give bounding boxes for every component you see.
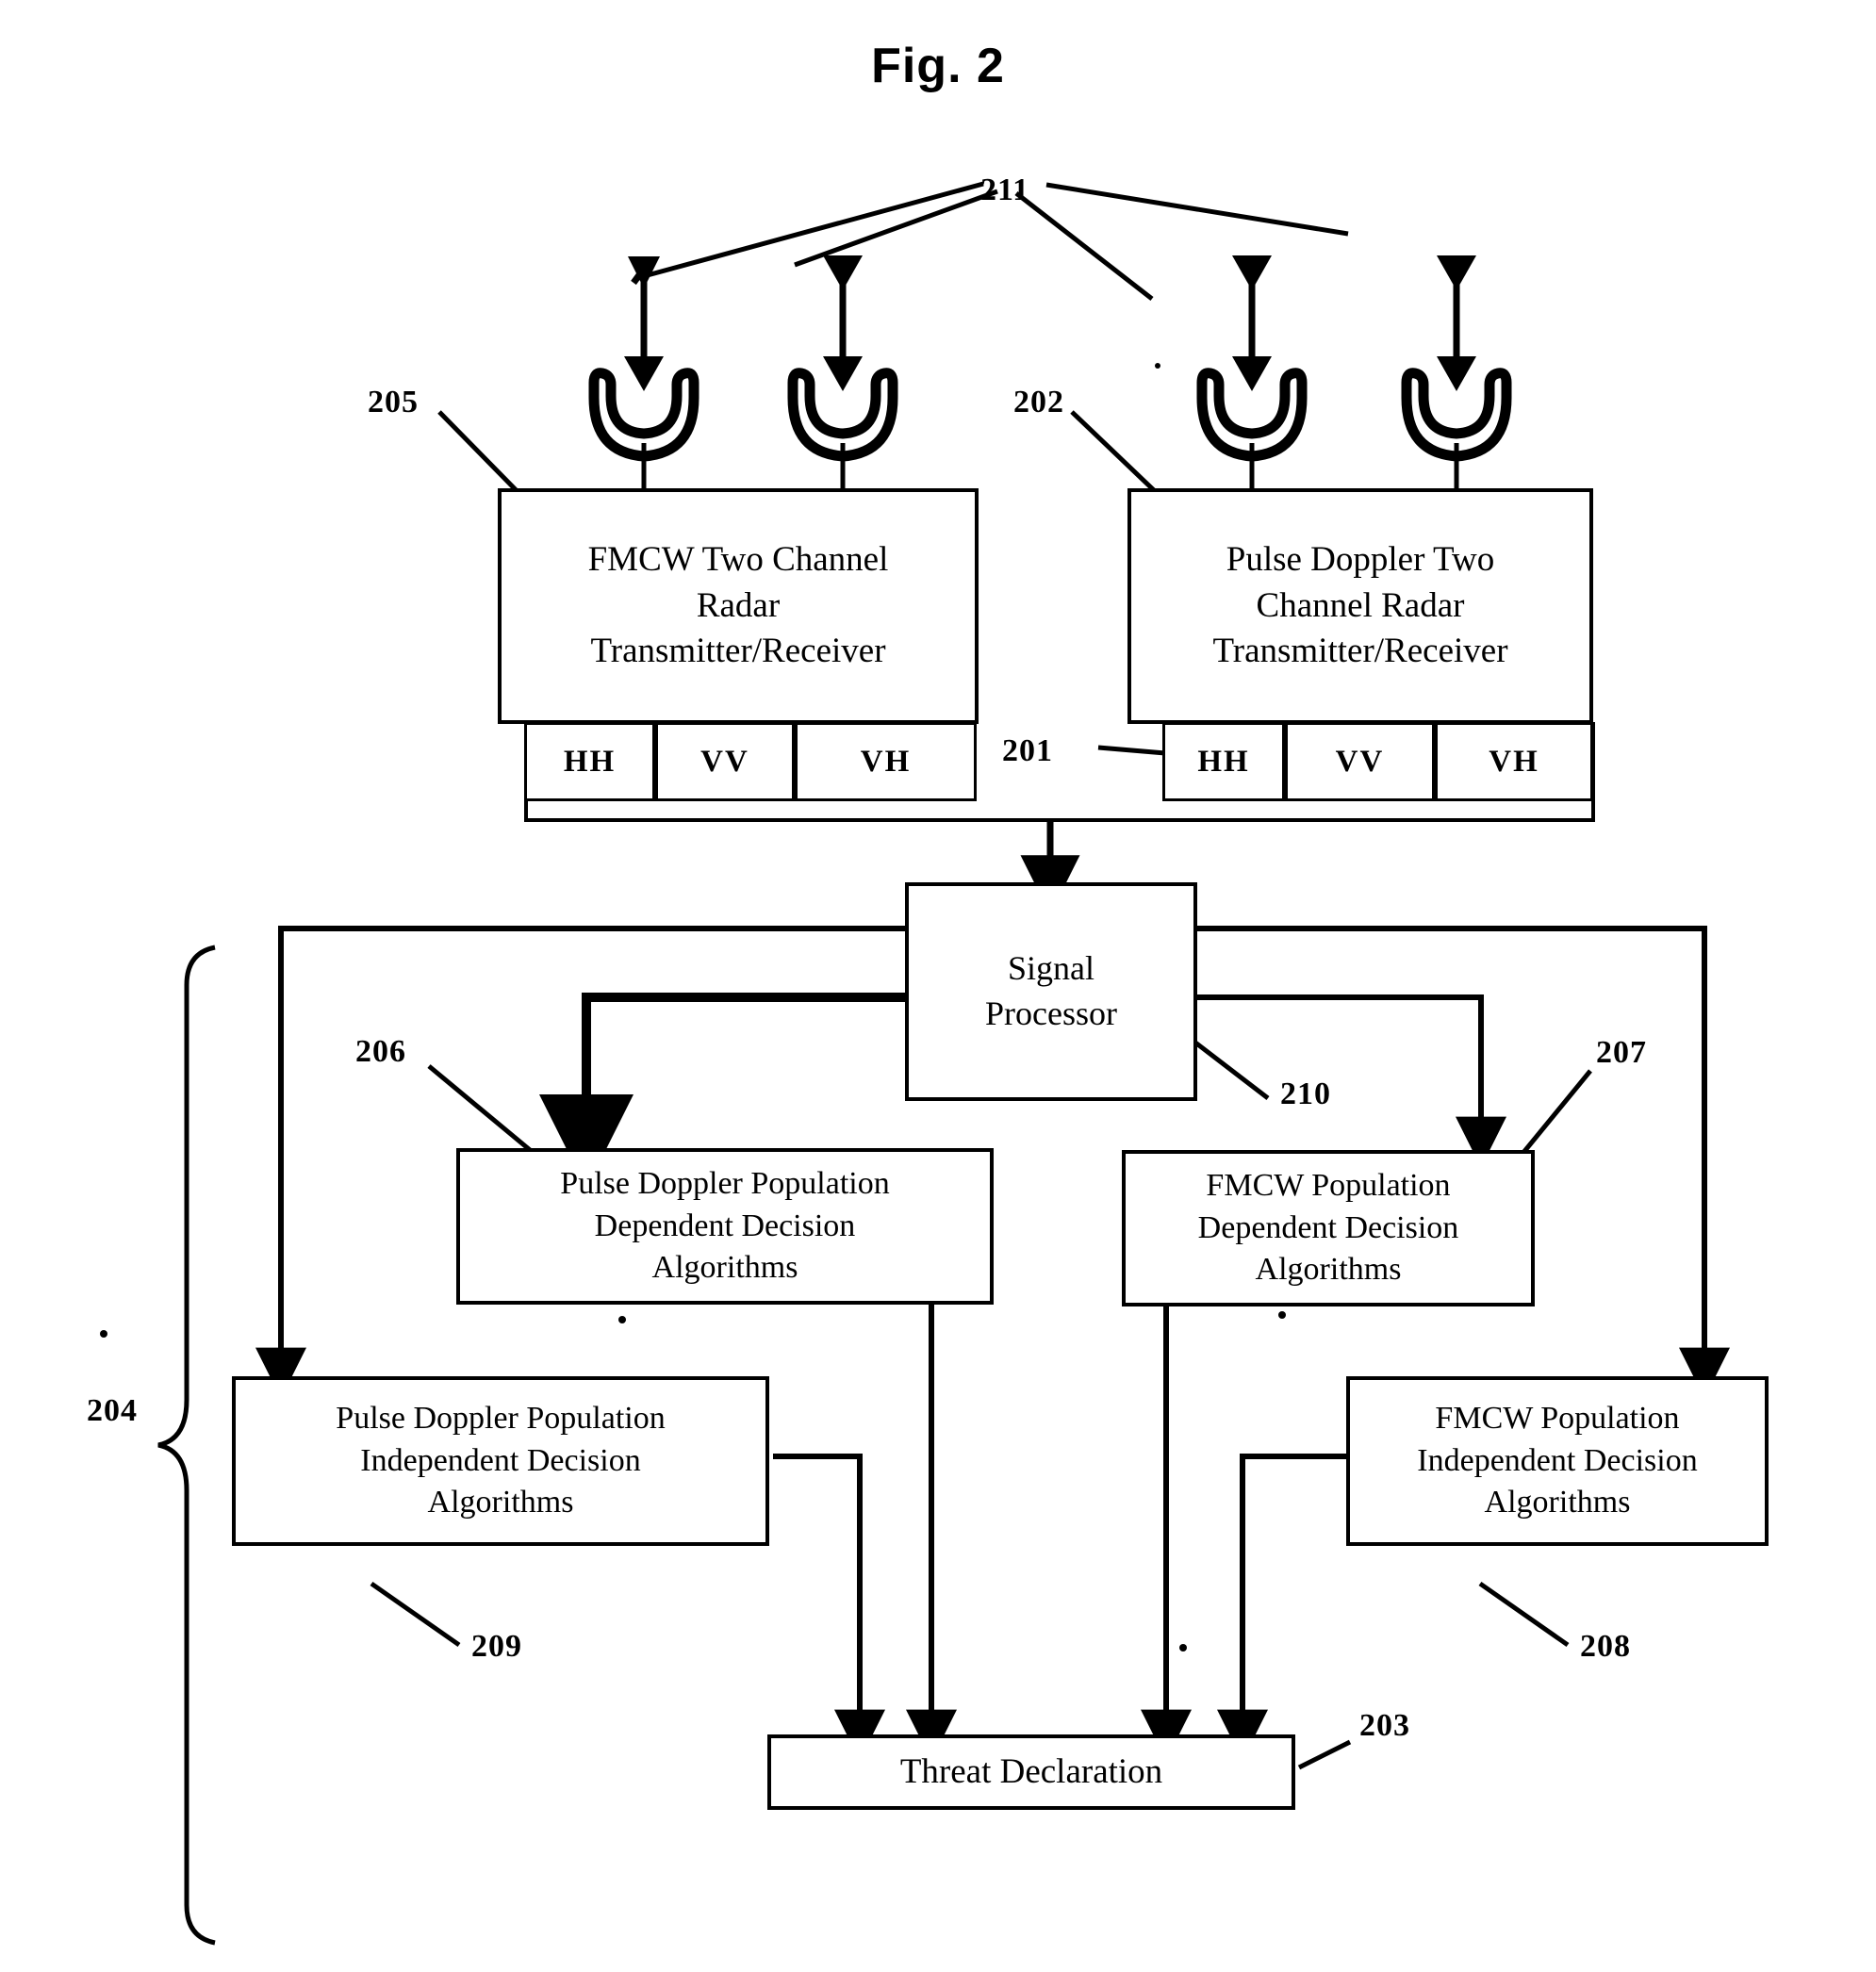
signal-processor-line-1: Signal [1007, 949, 1094, 988]
ref-numeral-201: 201 [1002, 733, 1053, 768]
fmcw-radar-line-1: FMCW Two Channel [587, 539, 889, 579]
ref-numeral-203: 203 [1359, 1708, 1410, 1743]
ref-numeral-202: 202 [1013, 385, 1064, 419]
leader-207 [1516, 1069, 1592, 1161]
brace-204 [157, 945, 216, 1946]
ref-numeral-206: 206 [355, 1034, 406, 1069]
antenna-3 [1196, 255, 1308, 511]
ref-numeral-210: 210 [1280, 1076, 1331, 1111]
polarization-label: VV [1335, 744, 1385, 779]
polarization-cell-left-vh[interactable]: VH [795, 722, 977, 801]
antenna-1 [588, 256, 699, 511]
fmcw-population-independent-box[interactable]: FMCW Population Independent Decision Alg… [1346, 1376, 1769, 1546]
fmcw-independent-line-2: Independent Decision [1417, 1442, 1698, 1478]
ref-numeral-204: 204 [87, 1393, 138, 1428]
polarization-cell-right-hh[interactable]: HH [1162, 722, 1285, 801]
signal-processor-line-2: Processor [985, 994, 1117, 1032]
fmcw-dependent-line-3: Algorithms [1255, 1252, 1402, 1288]
pd-independent-line-3: Algorithms [427, 1485, 574, 1520]
pulse-doppler-population-dependent-box[interactable]: Pulse Doppler Population Dependent Decis… [456, 1148, 994, 1305]
fmcw-radar-line-2: Radar [696, 585, 781, 625]
threat-declaration-box[interactable]: Threat Declaration [767, 1734, 1295, 1810]
polarization-cell-right-vh[interactable]: VH [1435, 722, 1593, 801]
pd-independent-line-1: Pulse Doppler Population [336, 1400, 666, 1436]
ref-numeral-211: 211 [980, 173, 1030, 207]
fmcw-independent-line-1: FMCW Population [1435, 1400, 1680, 1436]
pd-dependent-line-1: Pulse Doppler Population [560, 1165, 890, 1201]
polarization-label: VH [1489, 744, 1539, 779]
pulse-doppler-population-independent-box[interactable]: Pulse Doppler Population Independent Dec… [232, 1376, 769, 1546]
fmcw-dependent-line-2: Dependent Decision [1197, 1209, 1459, 1245]
connector-fmcw-independent-to-threat [1217, 1454, 1350, 1761]
pulse-doppler-radar-line-3: Transmitter/Receiver [1212, 632, 1508, 671]
antenna-2 [787, 255, 898, 511]
pulse-doppler-radar-line-1: Pulse Doppler Two [1226, 539, 1495, 579]
antenna-4 [1401, 255, 1512, 511]
connector-pd-independent-to-threat [773, 1454, 885, 1761]
polarization-label: VH [860, 744, 912, 779]
signal-processor-box[interactable]: Signal Processor [905, 882, 1197, 1101]
leader-210 [1193, 1041, 1270, 1100]
threat-declaration-label: Threat Declaration [899, 1751, 1163, 1791]
polarization-cell-right-vv[interactable]: VV [1285, 722, 1435, 801]
pulse-doppler-radar-transceiver-box[interactable]: Pulse Doppler Two Channel Radar Transmit… [1127, 488, 1593, 724]
pd-independent-line-2: Independent Decision [360, 1442, 641, 1478]
ref-numeral-207: 207 [1596, 1035, 1647, 1070]
pulse-doppler-radar-line-2: Channel Radar [1256, 585, 1465, 625]
ref-numeral-208: 208 [1580, 1629, 1631, 1664]
fmcw-dependent-line-1: FMCW Population [1206, 1167, 1451, 1203]
leader-206 [427, 1064, 536, 1156]
polarization-label: VV [700, 744, 749, 779]
fmcw-radar-line-3: Transmitter/Receiver [590, 632, 886, 671]
polarization-label: HH [563, 744, 617, 779]
polarization-cell-left-vv[interactable]: VV [655, 722, 795, 801]
fmcw-population-dependent-box[interactable]: FMCW Population Dependent Decision Algor… [1122, 1150, 1535, 1306]
fmcw-independent-line-3: Algorithms [1484, 1485, 1631, 1520]
ref-numeral-205: 205 [368, 385, 419, 419]
pd-dependent-line-2: Dependent Decision [594, 1208, 856, 1243]
polarization-cell-left-hh[interactable]: HH [524, 722, 655, 801]
leader-203 [1297, 1739, 1352, 1770]
ref-numeral-209: 209 [471, 1629, 522, 1664]
leader-208 [1478, 1581, 1570, 1648]
connector-sp-to-fmcw-dependent [1195, 994, 1506, 1168]
connector-sp-to-pd-dependent [539, 993, 907, 1189]
leader-209 [370, 1581, 461, 1648]
pd-dependent-line-3: Algorithms [651, 1250, 798, 1286]
polarization-label: HH [1197, 744, 1250, 779]
fmcw-radar-transceiver-box[interactable]: FMCW Two Channel Radar Transmitter/Recei… [498, 488, 979, 724]
